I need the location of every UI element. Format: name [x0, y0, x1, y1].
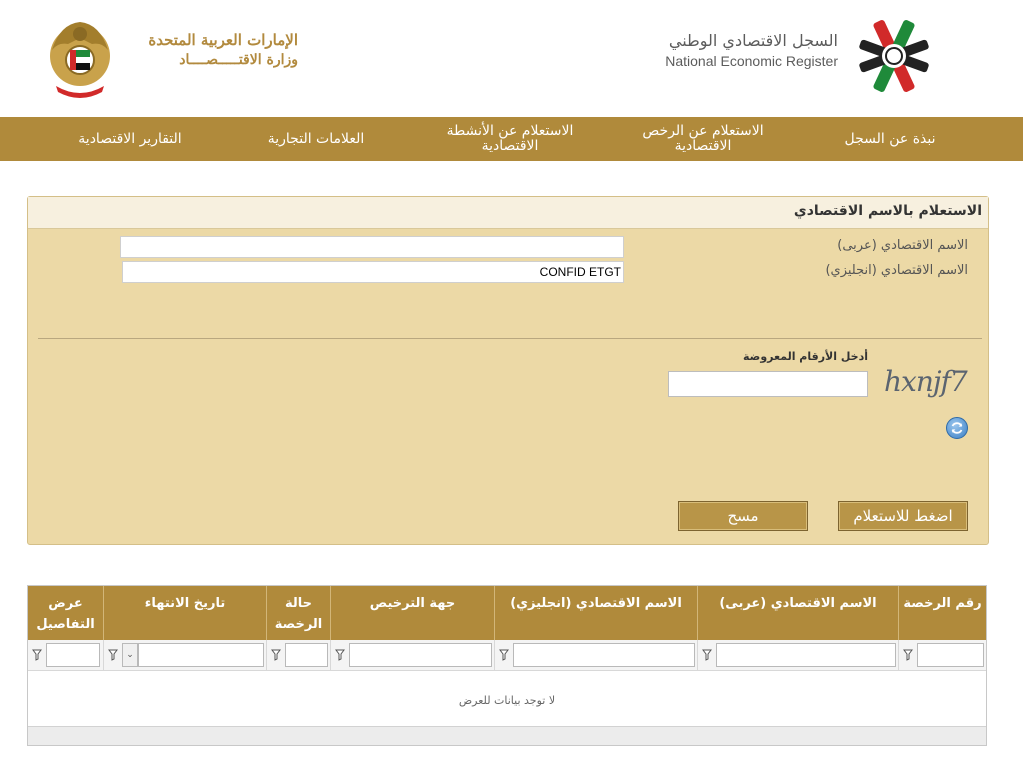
uae-emblem-icon: [46, 16, 114, 100]
filter-cell-license-status: [266, 640, 330, 671]
filter-icon[interactable]: [32, 649, 42, 661]
captcha-input[interactable]: [668, 371, 868, 397]
filter-icon[interactable]: [903, 649, 913, 661]
filter-icon[interactable]: [108, 649, 118, 661]
search-panel-title: الاستعلام بالاسم الاقتصادي: [793, 203, 982, 219]
grid-footer: [28, 726, 986, 745]
results-grid: رقم الرخصة الاسم الاقتصادي (عربى) الاسم …: [27, 585, 987, 746]
filter-cell-name-ar: [697, 640, 898, 671]
refresh-captcha-icon[interactable]: [946, 417, 968, 439]
register-logo-icon: [852, 14, 936, 98]
nav-item-about-register[interactable]: نبذة عن السجل: [820, 117, 960, 161]
nav-item-trademarks[interactable]: العلامات التجارية: [246, 117, 386, 161]
filter-cell-license-number: [898, 640, 986, 671]
grid-body: لا توجد بيانات للعرض: [28, 672, 986, 726]
register-name-en: National Economic Register: [665, 53, 838, 69]
filter-row: ⌄: [28, 640, 986, 671]
filter-icon[interactable]: [271, 649, 281, 661]
filter-cell-view-details: [28, 640, 103, 671]
filter-cell-expiry-date: ⌄: [103, 640, 266, 671]
filter-input-view-details[interactable]: [46, 643, 100, 667]
grid-header: رقم الرخصة الاسم الاقتصادي (عربى) الاسم …: [28, 586, 986, 640]
arabic-name-input[interactable]: [120, 236, 624, 258]
clear-button[interactable]: مسح: [678, 501, 808, 531]
nav-item-activity-inquiry[interactable]: الاستعلام عن الأنشطة الاقتصادية: [430, 117, 590, 161]
filter-input-name-ar[interactable]: [716, 643, 896, 667]
ministry-name: وزارة الاقتـــــصــــاد: [179, 52, 298, 68]
column-view-details: عرض التفاصيل: [36, 596, 95, 632]
filter-icon[interactable]: [499, 649, 509, 661]
column-licensing-authority[interactable]: جهة الترخيص: [330, 586, 494, 640]
column-name-en[interactable]: الاسم الاقتصادي (انجليزي): [494, 586, 697, 640]
column-license-number[interactable]: رقم الرخصة: [898, 586, 986, 640]
chevron-down-icon[interactable]: ⌄: [122, 643, 138, 667]
search-panel-header: الاستعلام بالاسم الاقتصادي: [28, 197, 988, 229]
filter-icon[interactable]: [335, 649, 345, 661]
captcha-label: أدخل الأرقام المعروضة: [743, 350, 868, 363]
filter-input-license-number[interactable]: [917, 643, 984, 667]
register-name-ar: السجل الاقتصادي الوطني: [668, 31, 838, 50]
site-header: الإمارات العربية المتحدة وزارة الاقتــــ…: [0, 0, 1023, 117]
ministry-title: الإمارات العربية المتحدة وزارة الاقتــــ…: [118, 30, 298, 70]
nav-item-license-inquiry[interactable]: الاستعلام عن الرخص الاقتصادية: [628, 117, 778, 161]
column-name-ar[interactable]: الاسم الاقتصادي (عربى): [697, 586, 898, 640]
submit-inquiry-button[interactable]: اضغط للاستعلام: [838, 501, 968, 531]
english-name-input[interactable]: CONFID ETGT: [122, 261, 624, 283]
ministry-country-name: الإمارات العربية المتحدة: [148, 31, 298, 49]
filter-input-name-en[interactable]: [513, 643, 695, 667]
panel-divider: [38, 338, 982, 339]
column-license-status[interactable]: حالة الرخصة: [266, 586, 330, 640]
filter-cell-name-en: [494, 640, 697, 671]
filter-cell-licensing-authority: [330, 640, 494, 671]
column-expiry-date[interactable]: تاريخ الانتهاء: [103, 586, 266, 640]
register-title: السجل الاقتصادي الوطني National Economic…: [650, 30, 838, 70]
filter-input-license-status[interactable]: [285, 643, 328, 667]
captcha-image: hxnjf7: [884, 365, 968, 398]
filter-icon[interactable]: [702, 649, 712, 661]
arabic-name-label: الاسم الاقتصادي (عربى): [837, 238, 968, 253]
filter-input-expiry-date[interactable]: [138, 643, 264, 667]
search-panel: الاستعلام بالاسم الاقتصادي الاسم الاقتصا…: [27, 196, 989, 545]
filter-input-licensing-authority[interactable]: [349, 643, 492, 667]
empty-message: لا توجد بيانات للعرض: [458, 694, 556, 707]
nav-item-economic-reports[interactable]: التقارير الاقتصادية: [50, 117, 210, 161]
main-nav: نبذة عن السجل الاستعلام عن الرخص الاقتصا…: [0, 117, 1023, 161]
english-name-label: الاسم الاقتصادي (انجليزي): [825, 263, 968, 278]
